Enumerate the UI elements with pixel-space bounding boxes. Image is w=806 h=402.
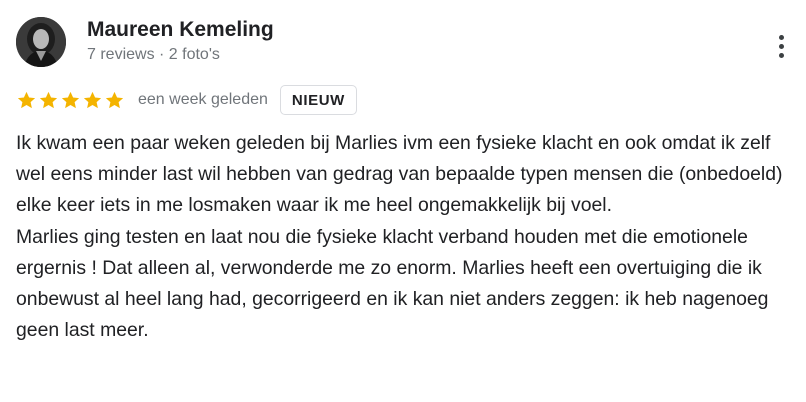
- rating-row: een week geleden NIEUW: [16, 84, 357, 116]
- avatar[interactable]: [16, 17, 66, 67]
- author-name[interactable]: Maureen Kemeling: [87, 18, 274, 42]
- star-icon: [61, 91, 80, 108]
- review-card: Maureen Kemeling 7 reviews · 2 foto's ee…: [0, 0, 806, 402]
- review-time: een week geleden: [138, 91, 268, 108]
- review-paragraph: Marlies ging testen en laat nou die fysi…: [16, 225, 769, 342]
- more-options-button[interactable]: [770, 30, 792, 62]
- star-icon: [17, 91, 36, 108]
- star-icon: [105, 91, 124, 108]
- review-paragraph: Ik kwam een paar weken geleden bij Marli…: [16, 132, 783, 217]
- star-icon: [83, 91, 102, 108]
- star-icon: [39, 91, 58, 108]
- more-vert-icon: [778, 34, 784, 40]
- star-rating: [16, 90, 125, 111]
- author-meta[interactable]: 7 reviews · 2 foto's: [87, 46, 220, 64]
- new-badge: NIEUW: [279, 85, 357, 115]
- review-text: Ik kwam een paar weken geleden bij Marli…: [16, 128, 791, 346]
